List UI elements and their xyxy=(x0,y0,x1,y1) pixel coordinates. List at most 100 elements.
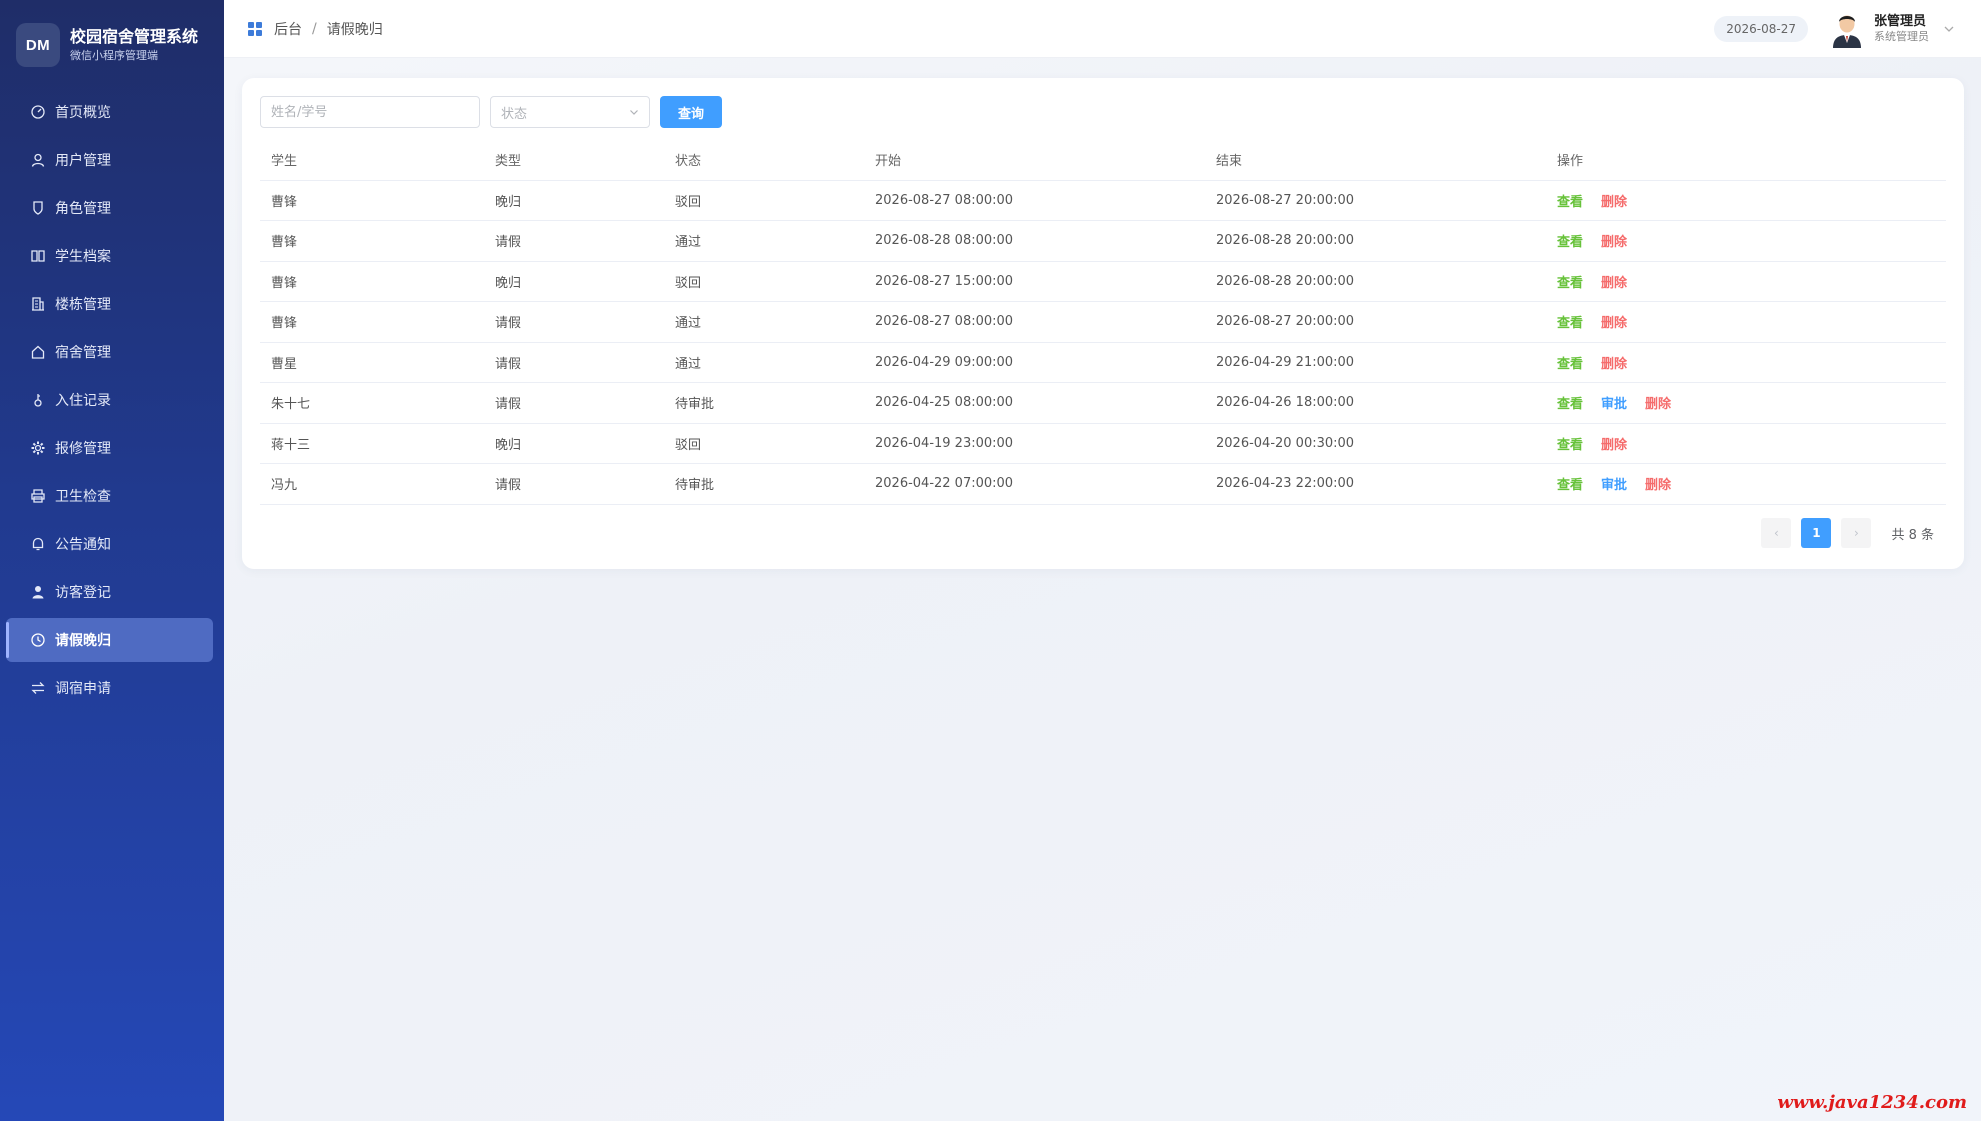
cell-end: 2026-08-28 20:00:00 xyxy=(1205,261,1546,302)
cell-student: 曹锋 xyxy=(260,180,484,221)
cell-student: 曹星 xyxy=(260,342,484,383)
prev-page-button[interactable]: ‹ xyxy=(1761,518,1792,548)
sidebar-item-6[interactable]: 入住记录 xyxy=(0,376,224,424)
view-button[interactable]: 查看 xyxy=(1557,195,1583,210)
cell-start: 2026-08-27 08:00:00 xyxy=(864,180,1205,221)
view-button[interactable]: 查看 xyxy=(1557,397,1583,412)
cell-actions: 查看 删除 xyxy=(1546,180,1946,221)
chevron-down-icon[interactable] xyxy=(1943,23,1955,35)
breadcrumb-separator: / xyxy=(312,20,317,37)
sidebar-item-label: 调宿申请 xyxy=(55,681,111,697)
grid-icon xyxy=(248,21,262,36)
cell-end: 2026-04-23 22:00:00 xyxy=(1205,463,1546,505)
user-name: 张管理员 xyxy=(1874,14,1927,29)
sidebar-menu: 首页概览用户管理 角色管理学生档案楼栋管理宿舍管理入住记录报修管理卫生检查公告通知… xyxy=(0,88,224,712)
approve-button[interactable]: 审批 xyxy=(1601,478,1627,493)
cell-student: 曹锋 xyxy=(260,220,484,262)
cell-student: 冯九 xyxy=(260,463,484,505)
delete-button[interactable]: 删除 xyxy=(1601,195,1627,210)
sidebar-item-8[interactable]: 卫生检查 xyxy=(0,472,224,520)
approve-button[interactable]: 审批 xyxy=(1601,397,1627,412)
swap-icon xyxy=(30,680,46,696)
sidebar-item-4[interactable]: 楼栋管理 xyxy=(0,280,224,328)
user-info[interactable]: 张管理员 系统管理员 xyxy=(1874,14,1929,44)
table-row: 朱十七 请假 待审批 2026-04-25 08:00:00 2026-04-26 18… xyxy=(260,382,1946,424)
user-icon xyxy=(30,152,46,168)
cell-status: 驳回 xyxy=(664,180,864,221)
sidebar-item-label: 入住记录 xyxy=(55,393,111,409)
sidebar-item-label: 报修管理 xyxy=(55,441,111,457)
printer-icon xyxy=(30,488,46,504)
column-header: 类型 xyxy=(484,140,664,181)
delete-button[interactable]: 删除 xyxy=(1601,235,1627,250)
column-header: 操作 xyxy=(1546,140,1946,181)
view-button[interactable]: 查看 xyxy=(1557,357,1583,372)
cell-start: 2026-04-19 23:00:00 xyxy=(864,423,1205,464)
sidebar-item-label: 楼栋管理 xyxy=(55,297,111,313)
column-header: 开始 xyxy=(864,140,1205,181)
sidebar-item-label: 首页概览 xyxy=(55,105,111,121)
brand: DM 校园宿舍管理系统 微信小程序管理端 xyxy=(16,23,198,67)
table-row: 蒋十三 晚归 驳回 2026-04-19 23:00:00 2026-04-20 00:… xyxy=(260,423,1946,464)
cell-actions: 查看 审批 删除 xyxy=(1546,463,1946,505)
cell-start: 2026-04-25 08:00:00 xyxy=(864,382,1205,424)
breadcrumb-root[interactable]: 后台 xyxy=(274,19,302,39)
person-icon xyxy=(30,584,46,600)
cell-end: 2026-08-27 20:00:00 xyxy=(1205,301,1546,343)
status-select[interactable]: 状态 xyxy=(490,96,650,128)
sidebar-item-7[interactable]: 报修管理 xyxy=(0,424,224,472)
sidebar-item-label: 学生档案 xyxy=(55,249,111,265)
header-right: 2026-08-27 张管理员 系统管理员 xyxy=(1714,0,1955,58)
table-row: 曹锋 晚归 驳回 2026-08-27 15:00:00 2026-08-28 20:0… xyxy=(260,261,1946,302)
chevron-down-icon xyxy=(630,110,638,115)
view-button[interactable]: 查看 xyxy=(1557,316,1583,331)
sidebar-item-label: 宿舍管理 xyxy=(55,345,111,361)
cell-status: 驳回 xyxy=(664,423,864,464)
cell-actions: 查看 审批 删除 xyxy=(1546,382,1946,424)
view-button[interactable]: 查看 xyxy=(1557,438,1583,453)
delete-button[interactable]: 删除 xyxy=(1601,276,1627,291)
brand-subtitle: 微信小程序管理端 xyxy=(70,49,158,62)
delete-button[interactable]: 删除 xyxy=(1601,438,1627,453)
cell-status: 通过 xyxy=(664,301,864,343)
delete-button[interactable]: 删除 xyxy=(1645,397,1671,412)
house-icon xyxy=(30,344,46,360)
sidebar-item-11[interactable]: 请假晚归 xyxy=(6,618,213,662)
view-button[interactable]: 查看 xyxy=(1557,276,1583,291)
search-input[interactable] xyxy=(260,96,480,128)
cell-actions: 查看 删除 xyxy=(1546,220,1946,262)
brand-logo: DM xyxy=(16,23,60,67)
cell-type: 请假 xyxy=(484,463,664,505)
sidebar-item-9[interactable]: 公告通知 xyxy=(0,520,224,568)
sidebar-item-2[interactable]: 角色管理 xyxy=(0,184,224,232)
query-button[interactable]: 查询 xyxy=(660,96,723,128)
cell-end: 2026-08-27 20:00:00 xyxy=(1205,180,1546,221)
breadcrumb: 后台 / 请假晚归 xyxy=(248,19,383,39)
user-role: 系统管理员 xyxy=(1874,30,1929,43)
next-page-button[interactable]: › xyxy=(1841,518,1872,548)
sidebar-item-10[interactable]: 访客登记 xyxy=(0,568,224,616)
view-button[interactable]: 查看 xyxy=(1557,235,1583,250)
cell-start: 2026-04-22 07:00:00 xyxy=(864,463,1205,505)
delete-button[interactable]: 删除 xyxy=(1645,478,1671,493)
cell-type: 请假 xyxy=(484,382,664,424)
date-badge: 2026-08-27 xyxy=(1714,16,1808,42)
cell-status: 通过 xyxy=(664,342,864,383)
sidebar-item-0[interactable]: 首页概览 xyxy=(0,88,224,136)
gear-icon xyxy=(30,440,46,456)
sidebar-item-5[interactable]: 宿舍管理 xyxy=(0,328,224,376)
sidebar-item-12[interactable]: 调宿申请 xyxy=(0,664,224,712)
avatar[interactable] xyxy=(1830,10,1864,48)
sidebar-item-label: 卫生检查 xyxy=(55,489,111,505)
cell-end: 2026-04-20 00:30:00 xyxy=(1205,423,1546,464)
page-button-1[interactable]: 1 xyxy=(1801,518,1832,548)
delete-button[interactable]: 删除 xyxy=(1601,357,1627,372)
cell-end: 2026-04-29 21:00:00 xyxy=(1205,342,1546,383)
delete-button[interactable]: 删除 xyxy=(1601,316,1627,331)
cell-type: 晚归 xyxy=(484,180,664,221)
view-button[interactable]: 查看 xyxy=(1557,478,1583,493)
bell-icon xyxy=(30,536,46,552)
cell-actions: 查看 删除 xyxy=(1546,342,1946,383)
sidebar-item-1[interactable]: 用户管理 xyxy=(0,136,224,184)
sidebar-item-3[interactable]: 学生档案 xyxy=(0,232,224,280)
